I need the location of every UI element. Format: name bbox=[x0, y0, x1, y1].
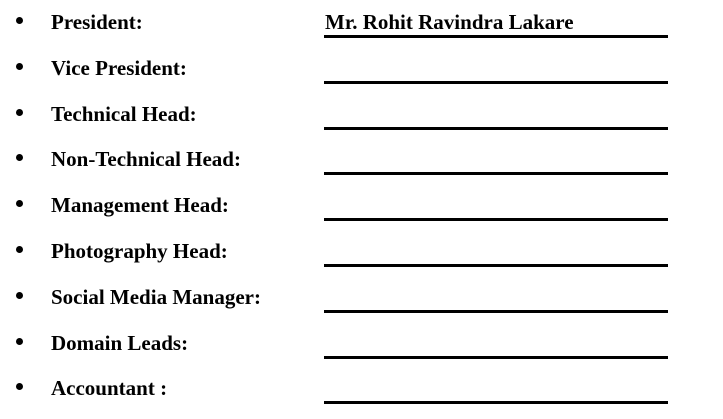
bullet-icon bbox=[16, 337, 23, 345]
fill-in-line bbox=[324, 355, 668, 359]
role-label: Photography Head: bbox=[51, 238, 228, 263]
role-label: Accountant : bbox=[51, 376, 168, 401]
fill-in-line bbox=[324, 309, 668, 313]
role-row-non-technical-head: Non-Technical Head: bbox=[0, 141, 723, 187]
role-label: Vice President: bbox=[51, 55, 187, 80]
fill-in-line bbox=[324, 218, 668, 222]
role-row-domain-leads: Domain Leads: bbox=[0, 325, 723, 371]
role-row-social-media-manager: Social Media Manager: bbox=[0, 279, 723, 325]
fill-in-line bbox=[324, 401, 668, 405]
bullet-icon bbox=[16, 291, 23, 299]
role-value: Mr. Rohit Ravindra Lakare bbox=[325, 10, 574, 34]
role-label: Technical Head: bbox=[51, 101, 197, 126]
role-row-president: President: Mr. Rohit Ravindra Lakare bbox=[0, 4, 723, 50]
role-label: Management Head: bbox=[51, 193, 229, 218]
fill-in-line bbox=[324, 80, 668, 84]
role-row-accountant: Accountant : bbox=[0, 370, 723, 416]
bullet-icon bbox=[16, 17, 23, 24]
bullet-icon bbox=[16, 245, 23, 253]
fill-in-line bbox=[324, 263, 668, 267]
role-row-management-head: Management Head: bbox=[0, 187, 723, 233]
bullet-icon bbox=[16, 108, 23, 116]
role-label: Domain Leads: bbox=[51, 330, 189, 355]
bullet-icon bbox=[16, 383, 23, 391]
role-row-technical-head: Technical Head: bbox=[0, 96, 723, 142]
role-label: Social Media Manager: bbox=[51, 284, 261, 309]
bullet-icon bbox=[16, 62, 23, 70]
role-row-vice-president: Vice President: bbox=[0, 50, 723, 96]
role-label: President: bbox=[51, 10, 143, 34]
fill-in-line bbox=[324, 172, 668, 176]
bullet-icon bbox=[16, 200, 23, 208]
fill-in-line bbox=[324, 126, 668, 130]
role-row-photography-head: Photography Head: bbox=[0, 233, 723, 279]
bullet-icon bbox=[16, 154, 23, 162]
role-label: Non-Technical Head: bbox=[51, 147, 241, 172]
roles-list: President: Mr. Rohit Ravindra Lakare Vic… bbox=[0, 4, 723, 416]
fill-in-line bbox=[324, 35, 668, 38]
